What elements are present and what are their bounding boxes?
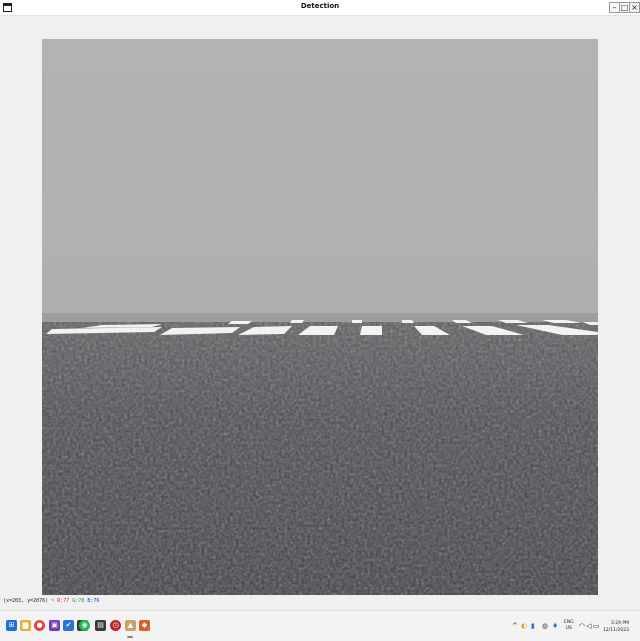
- browser-icon[interactable]: ●: [34, 620, 45, 631]
- tray-cloud-icon[interactable]: ♦: [552, 622, 558, 630]
- system-clock[interactable]: 3:29 PM 12/11/2023: [601, 620, 629, 634]
- scene-render: [42, 39, 598, 595]
- tray-app-icon[interactable]: ◐: [521, 622, 527, 630]
- volume-icon[interactable]: ◁: [586, 622, 591, 630]
- language-indicator[interactable]: ENG US: [564, 620, 574, 632]
- asphalt-texture: [42, 322, 598, 595]
- media-icon[interactable]: ▤: [95, 620, 106, 631]
- detection-view[interactable]: [42, 39, 598, 595]
- sky: [42, 39, 598, 313]
- region-code: US: [565, 626, 572, 631]
- cursor-coords: (x=203, y=2076) ~: [3, 598, 55, 604]
- pixel-readout: (x=203, y=2076) ~ R:77 G:78 B:76: [3, 598, 99, 604]
- terminal-icon[interactable]: ▣: [49, 620, 60, 631]
- tray-bluetooth-icon[interactable]: ▮: [531, 622, 535, 630]
- status-bar: (x=203, y=2076) ~ R:77 G:78 B:76: [0, 597, 640, 607]
- tray-overflow-icon[interactable]: ^: [512, 622, 518, 630]
- green-value: G:78: [72, 598, 85, 604]
- title-bar: Detection – □ ×: [0, 0, 640, 16]
- spotify-icon[interactable]: ◉: [79, 620, 90, 631]
- blue-value: B:76: [87, 598, 100, 604]
- battery-icon[interactable]: ▭: [593, 622, 600, 630]
- misc-app-icon[interactable]: ◆: [139, 620, 150, 631]
- active-window-indicator: [127, 636, 133, 638]
- taskbar: ⊞ ▆ ● ▣ ✔ ◧ ◉ ▤ ◷ ▲ ◆ ^ ◐ ▮ ◍ ♦ ENG US ◠…: [0, 610, 640, 641]
- start-icon[interactable]: ⊞: [6, 620, 17, 631]
- clock-app-icon[interactable]: ◷: [110, 620, 121, 631]
- python-window-icon[interactable]: ▲: [125, 620, 136, 631]
- wifi-icon[interactable]: ◠: [579, 622, 585, 630]
- clock-time: 3:29 PM: [610, 621, 629, 626]
- close-button[interactable]: ×: [629, 2, 640, 13]
- red-value: R:77: [57, 598, 70, 604]
- clock-date: 12/11/2023: [603, 628, 629, 633]
- todo-icon[interactable]: ✔: [63, 620, 74, 631]
- tray-security-icon[interactable]: ◍: [542, 622, 548, 630]
- file-explorer-icon[interactable]: ▆: [20, 620, 31, 631]
- window-title: Detection: [300, 2, 340, 10]
